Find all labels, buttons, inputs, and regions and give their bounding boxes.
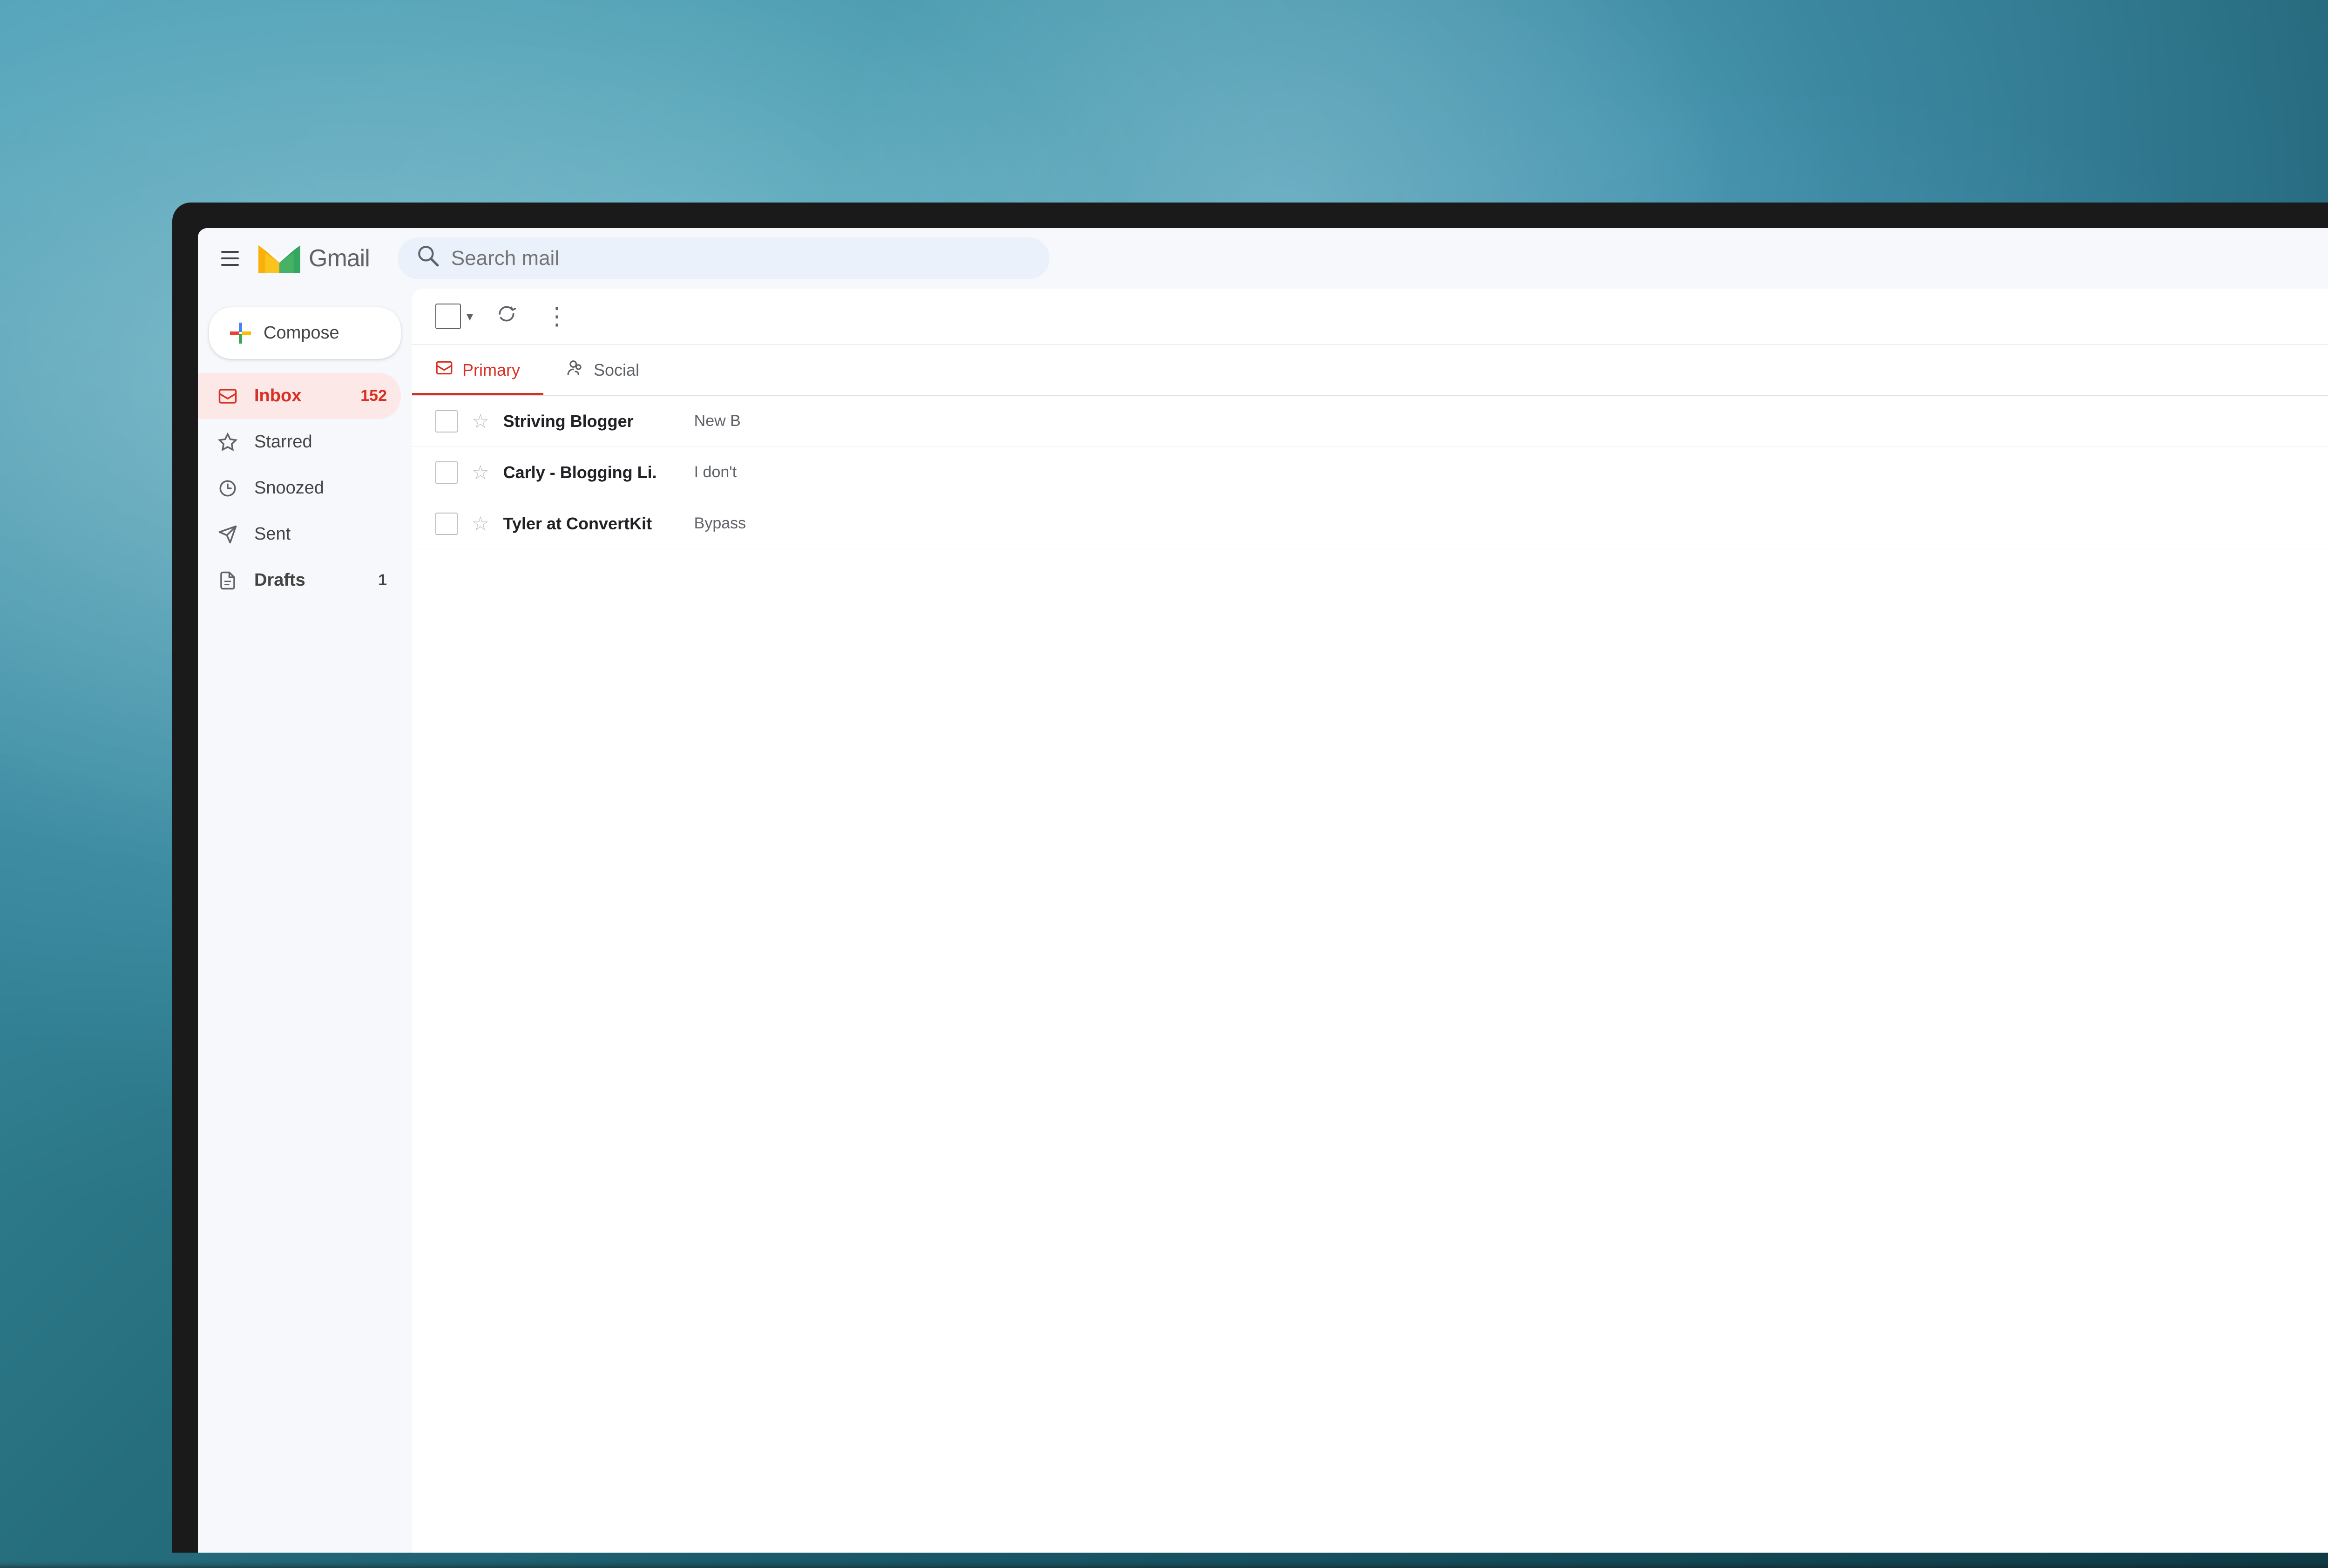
snoozed-label: Snoozed — [254, 478, 387, 498]
star-icon — [215, 429, 240, 455]
tab-primary[interactable]: Primary — [412, 345, 543, 395]
email-star-1[interactable]: ☆ — [472, 461, 489, 484]
gmail-main: Compose Inbox 152 — [198, 289, 2328, 1553]
screen: Gmail — [198, 228, 2328, 1553]
email-row[interactable]: ☆ Carly - Blogging Li. I don't — [412, 447, 2328, 498]
email-checkbox-0[interactable] — [435, 410, 458, 433]
gmail-logo: Gmail — [258, 241, 370, 276]
compose-label: Compose — [264, 323, 339, 343]
sidebar-item-drafts[interactable]: Drafts 1 — [198, 557, 401, 603]
email-star-0[interactable]: ☆ — [472, 410, 489, 433]
tab-social[interactable]: Social — [543, 345, 663, 395]
search-icon — [416, 244, 440, 273]
menu-button[interactable] — [217, 244, 244, 272]
menu-line-1 — [221, 251, 239, 253]
menu-line-3 — [221, 264, 239, 266]
email-preview-1: I don't — [694, 463, 2328, 481]
email-checkbox-2[interactable] — [435, 513, 458, 535]
inbox-badge: 152 — [360, 387, 387, 405]
gmail-header: Gmail — [198, 228, 2328, 289]
drafts-badge: 1 — [378, 571, 387, 589]
sidebar-item-snoozed[interactable]: Snoozed — [198, 465, 401, 511]
sidebar: Compose Inbox 152 — [198, 289, 412, 1553]
send-icon — [215, 521, 240, 547]
email-star-2[interactable]: ☆ — [472, 512, 489, 535]
gmail-wordmark: Gmail — [309, 244, 370, 272]
email-toolbar: ▾ ⋮ — [412, 289, 2328, 345]
refresh-button[interactable] — [492, 299, 521, 334]
clock-icon — [215, 475, 240, 501]
sidebar-item-starred[interactable]: Starred — [198, 419, 401, 465]
gmail-m-icon — [258, 241, 300, 276]
laptop-frame: Gmail — [172, 203, 2328, 1553]
sent-label: Sent — [254, 524, 387, 544]
email-sender-0: Striving Blogger — [503, 412, 680, 431]
email-checkbox-1[interactable] — [435, 461, 458, 484]
search-input[interactable] — [451, 247, 1031, 270]
select-dropdown-arrow[interactable]: ▾ — [467, 309, 473, 324]
select-all-checkbox[interactable] — [435, 304, 461, 329]
gmail-ui: Gmail — [198, 228, 2328, 1553]
starred-label: Starred — [254, 432, 387, 452]
email-row[interactable]: ☆ Striving Blogger New B — [412, 396, 2328, 447]
email-preview-2: Bypass — [694, 514, 2328, 533]
compose-button[interactable]: Compose — [209, 307, 401, 359]
inbox-label: Inbox — [254, 386, 346, 406]
sidebar-item-inbox[interactable]: Inbox 152 — [198, 373, 401, 419]
sidebar-item-sent[interactable]: Sent — [198, 511, 401, 557]
drafts-label: Drafts — [254, 570, 364, 590]
inbox-icon — [215, 383, 240, 409]
email-tabs: Primary Social — [412, 345, 2328, 396]
menu-line-2 — [221, 257, 239, 259]
primary-tab-icon — [435, 359, 453, 381]
social-tab-label: Social — [594, 360, 639, 380]
email-preview-0: New B — [694, 412, 2328, 430]
primary-tab-label: Primary — [462, 360, 520, 380]
email-area: ▾ ⋮ — [412, 289, 2328, 1553]
more-options-button[interactable]: ⋮ — [540, 298, 575, 335]
email-row[interactable]: ☆ Tyler at ConvertKit Bypass — [412, 498, 2328, 549]
email-list: ☆ Striving Blogger New B ☆ Carly - Blogg… — [412, 396, 2328, 1553]
draft-icon — [215, 568, 240, 593]
compose-plus-icon — [228, 320, 253, 346]
social-tab-icon — [567, 359, 584, 381]
email-sender-1: Carly - Blogging Li. — [503, 463, 680, 482]
email-sender-2: Tyler at ConvertKit — [503, 514, 680, 534]
search-bar[interactable] — [398, 237, 1049, 279]
